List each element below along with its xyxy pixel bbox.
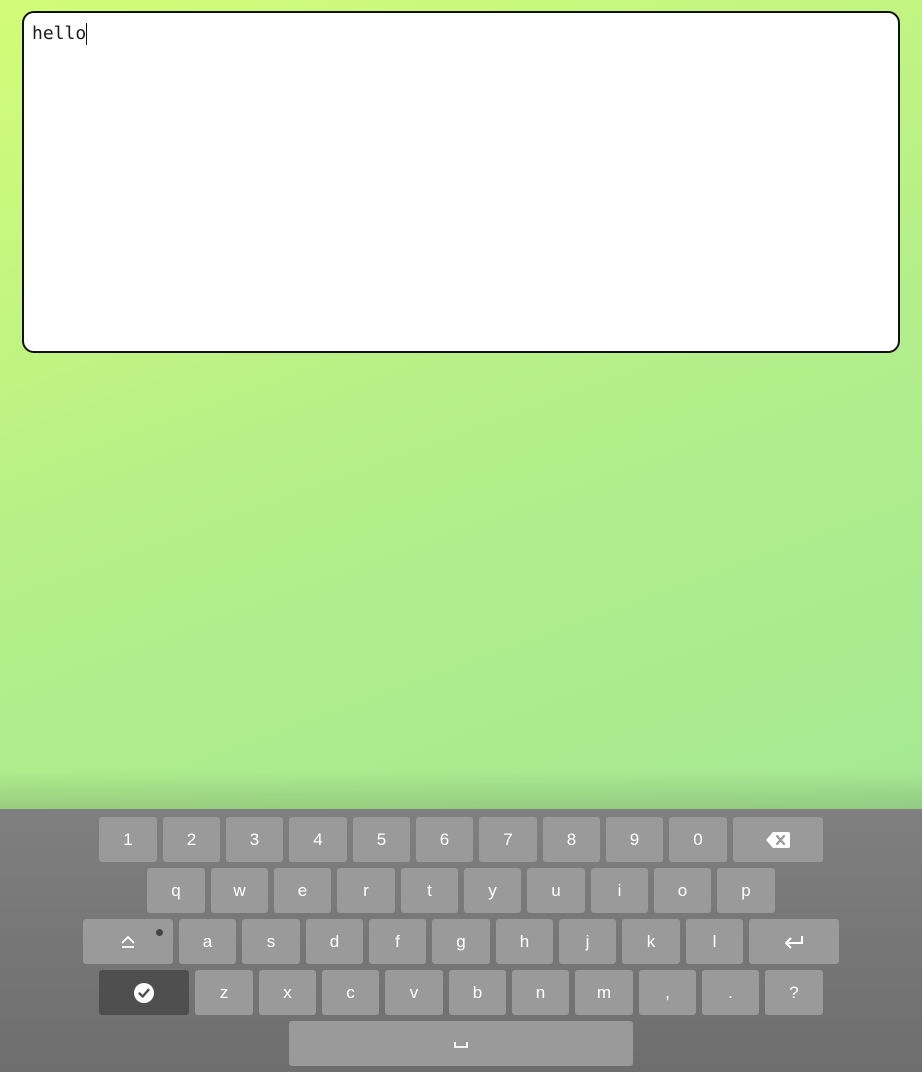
key-k[interactable]: k xyxy=(622,919,680,964)
key-x[interactable]: x xyxy=(259,970,316,1015)
key-2[interactable]: 2 xyxy=(163,817,220,862)
key-7[interactable]: 7 xyxy=(479,817,537,862)
editor-text-value: hello xyxy=(32,23,87,44)
key-o[interactable]: o xyxy=(654,868,711,913)
key-b[interactable]: b xyxy=(449,970,506,1015)
key-c[interactable]: c xyxy=(322,970,379,1015)
key-w[interactable]: w xyxy=(211,868,268,913)
shift-indicator-dot xyxy=(156,929,163,936)
space-key[interactable] xyxy=(289,1021,633,1066)
key-d[interactable]: d xyxy=(306,919,363,964)
key-6[interactable]: 6 xyxy=(416,817,473,862)
enter-key[interactable] xyxy=(749,919,839,964)
key-1[interactable]: 1 xyxy=(99,817,157,862)
key-g[interactable]: g xyxy=(432,919,490,964)
key-q[interactable]: q xyxy=(147,868,205,913)
key-s[interactable]: s xyxy=(242,919,300,964)
key-comma[interactable]: , xyxy=(639,970,696,1015)
key-a[interactable]: a xyxy=(179,919,236,964)
text-caret xyxy=(86,23,88,45)
key-8[interactable]: 8 xyxy=(543,817,600,862)
key-i[interactable]: i xyxy=(591,868,648,913)
key-j[interactable]: j xyxy=(559,919,616,964)
key-y[interactable]: y xyxy=(464,868,521,913)
shift-icon xyxy=(121,935,135,949)
backspace-icon xyxy=(766,831,790,848)
key-l[interactable]: l xyxy=(686,919,743,964)
key-n[interactable]: n xyxy=(512,970,569,1015)
key-5[interactable]: 5 xyxy=(353,817,410,862)
backspace-key[interactable] xyxy=(733,817,823,862)
key-v[interactable]: v xyxy=(385,970,443,1015)
key-0[interactable]: 0 xyxy=(669,817,727,862)
key-r[interactable]: r xyxy=(337,868,395,913)
text-editor[interactable]: hello xyxy=(22,11,900,353)
done-key[interactable] xyxy=(99,970,189,1015)
shift-key[interactable] xyxy=(83,919,173,964)
key-e[interactable]: e xyxy=(274,868,331,913)
key-u[interactable]: u xyxy=(527,868,585,913)
key-h[interactable]: h xyxy=(496,919,553,964)
key-period[interactable]: . xyxy=(702,970,759,1015)
key-m[interactable]: m xyxy=(575,970,633,1015)
key-z[interactable]: z xyxy=(195,970,253,1015)
key-t[interactable]: t xyxy=(401,868,458,913)
keyboard-shadow xyxy=(0,770,922,810)
checkmark-icon xyxy=(134,982,154,1003)
on-screen-keyboard: 1 2 3 4 5 6 7 8 9 0 q w e r t y u i o p … xyxy=(0,809,922,1072)
key-9[interactable]: 9 xyxy=(606,817,663,862)
space-icon xyxy=(453,1039,469,1049)
key-question[interactable]: ? xyxy=(765,970,823,1015)
key-3[interactable]: 3 xyxy=(226,817,283,862)
key-f[interactable]: f xyxy=(369,919,426,964)
enter-icon xyxy=(784,935,804,949)
key-4[interactable]: 4 xyxy=(289,817,347,862)
editor-content[interactable]: hello xyxy=(32,23,88,45)
key-p[interactable]: p xyxy=(717,868,775,913)
